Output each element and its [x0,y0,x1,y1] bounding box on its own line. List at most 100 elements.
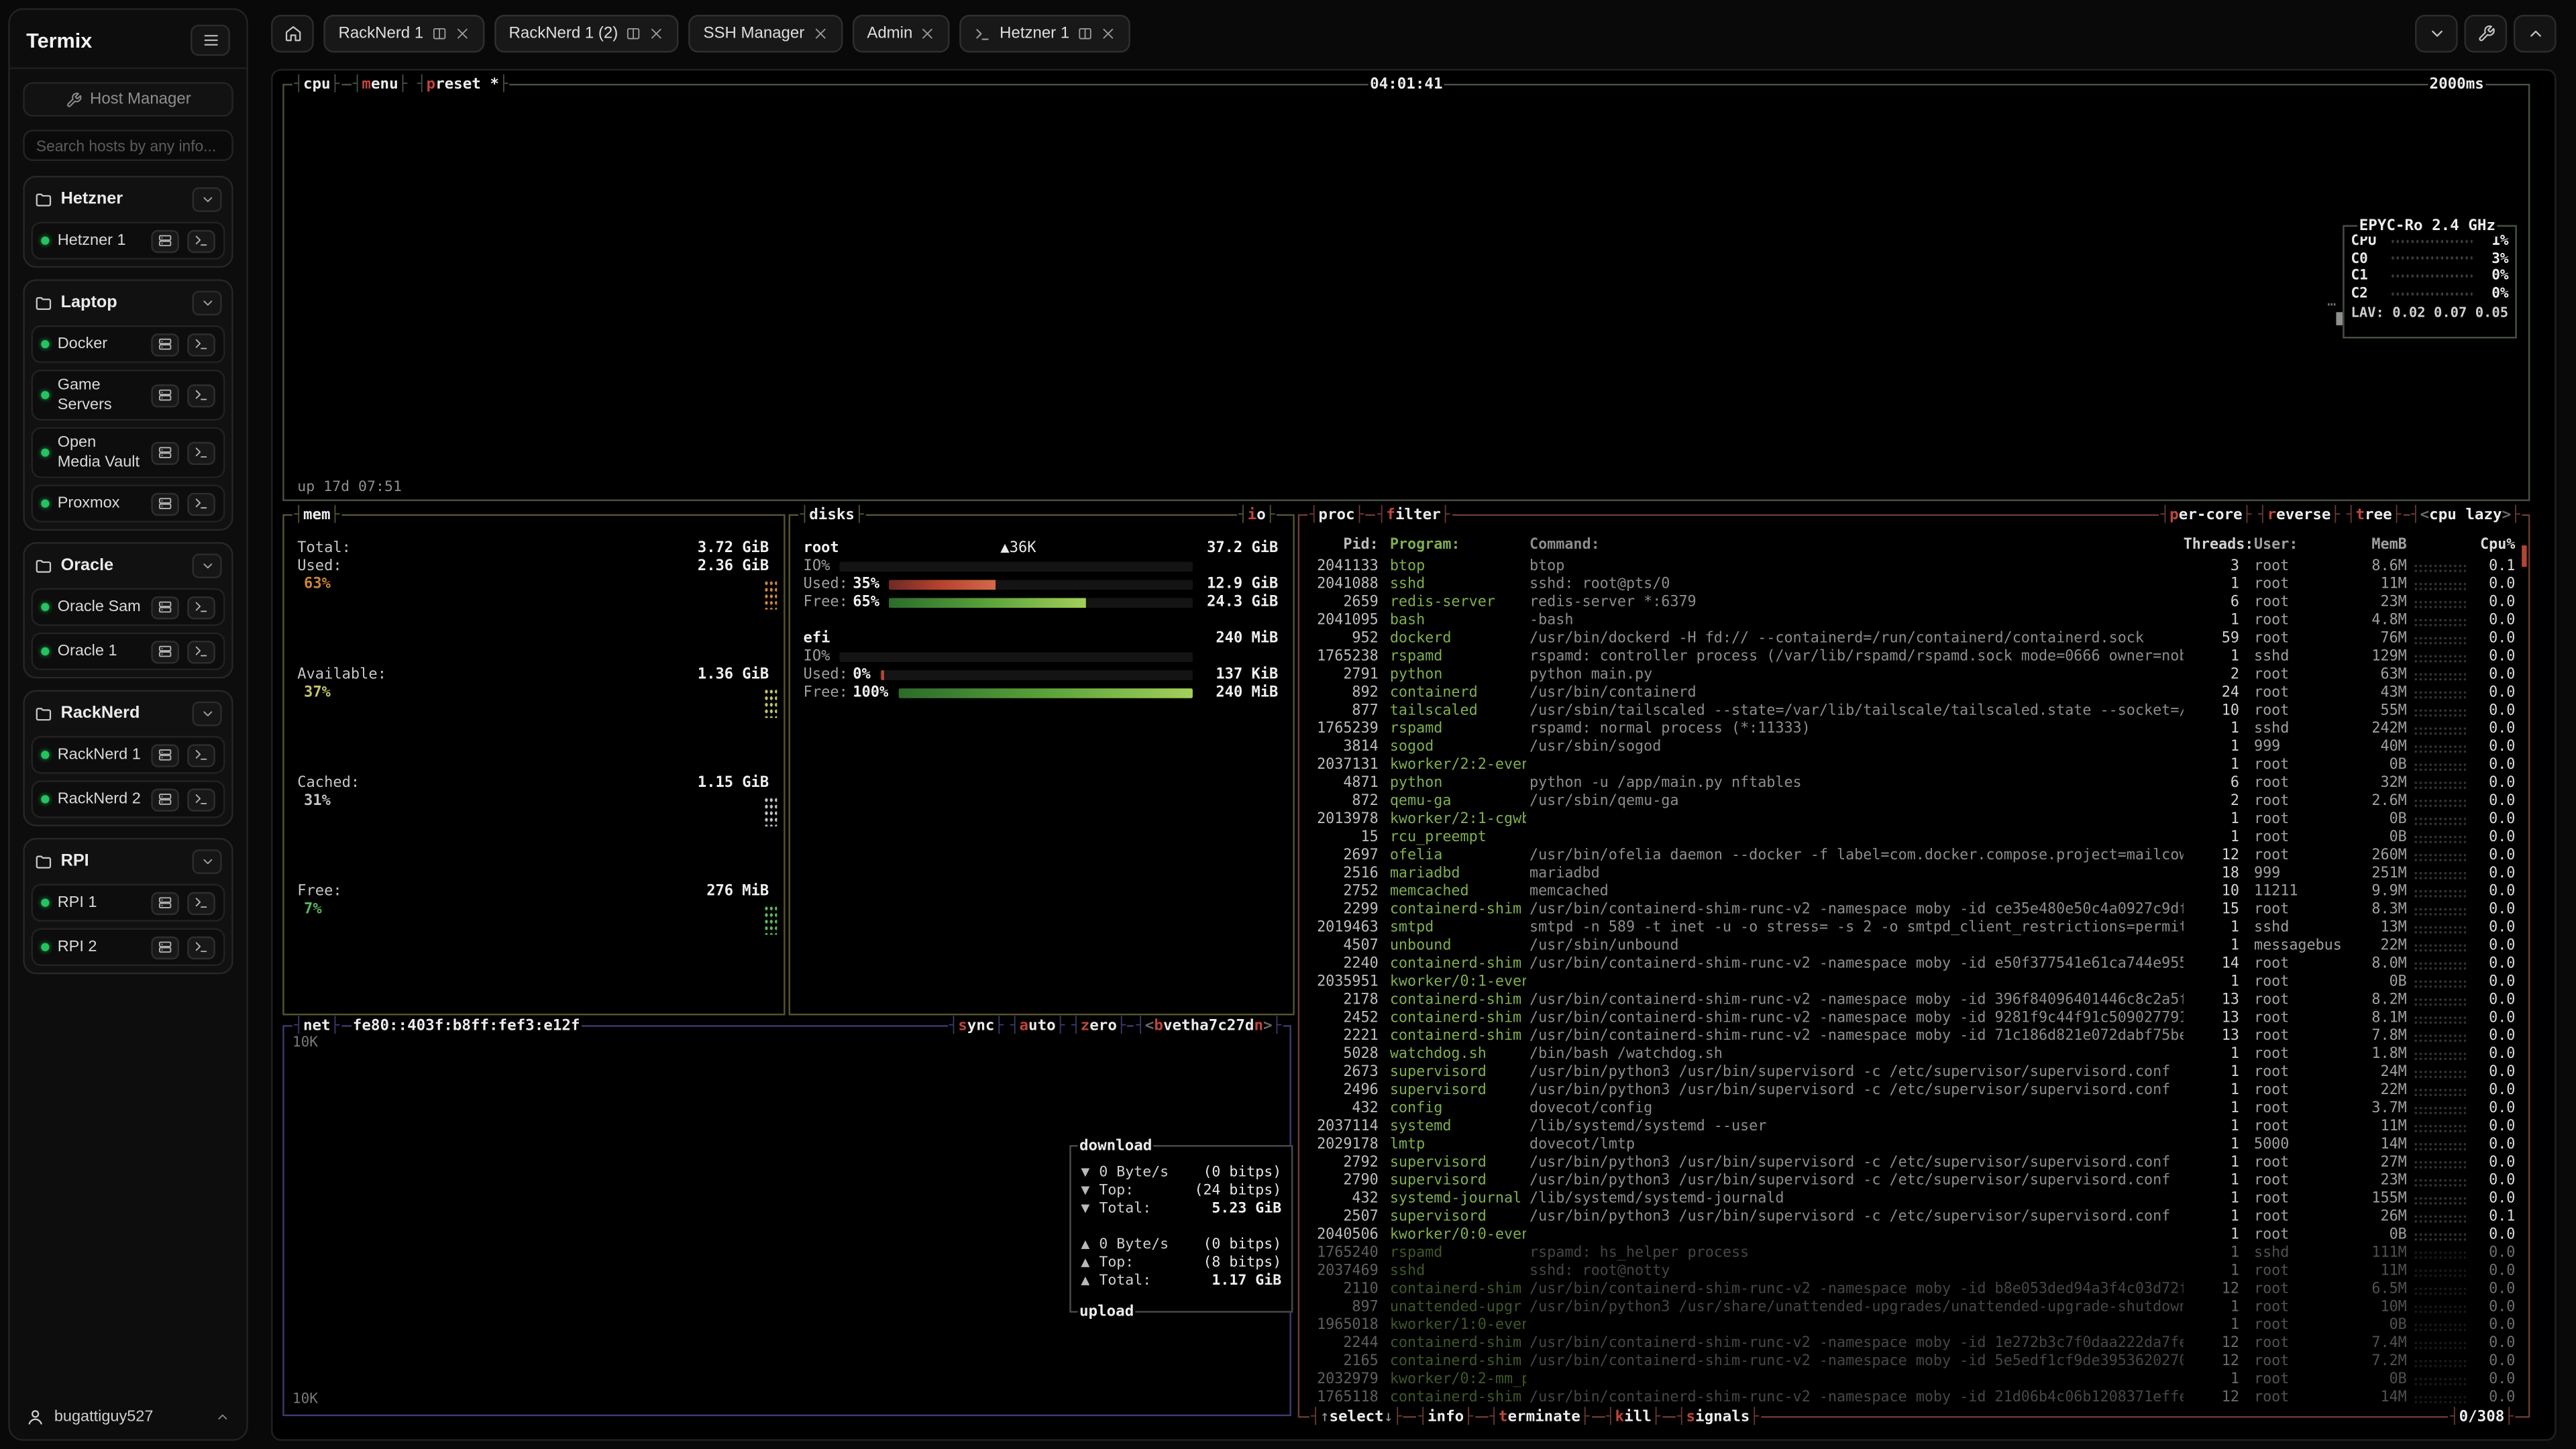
process-row[interactable]: 2035951kworker/0:1-even1root0B0.0 [1306,973,2515,991]
proc-filter-button[interactable]: ┤filter├ [1375,504,1451,526]
process-row[interactable]: 2244containerd-shim/usr/bin/containerd-s… [1306,1335,2515,1353]
refresh-interval[interactable]: 2000ms [2428,74,2485,95]
host-connect-button[interactable] [151,441,179,464]
proc-info-button[interactable]: ┤info├ [1417,1406,1474,1428]
host-item[interactable]: Hetzner 1 [32,222,225,260]
host-terminal-button[interactable] [187,229,215,252]
close-tab-icon[interactable] [921,26,936,41]
process-row[interactable]: 432configdovecot/config1root3.7M0.0 [1306,1100,2515,1118]
process-row[interactable]: 2037469sshdsshd: root@notty1root11M0.0 [1306,1263,2515,1281]
process-row[interactable]: 2673supervisord/usr/bin/python3 /usr/bin… [1306,1064,2515,1082]
close-tab-icon[interactable] [1101,26,1116,41]
proc-sort-selector[interactable]: ┤< cpu lazy >├ [2410,504,2522,526]
process-row[interactable]: 2791pythonpython main.py2root63M0.0 [1306,665,2515,684]
host-connect-button[interactable] [151,892,179,914]
tab-racknerd-1[interactable]: RackNerd 1 [323,15,484,52]
group-collapse-button[interactable] [193,702,222,727]
proc-kill-button[interactable]: ┤kill├ [1605,1406,1662,1428]
process-row[interactable]: 2496supervisord/usr/bin/python3 /usr/bin… [1306,1082,2515,1100]
host-terminal-button[interactable] [187,441,215,464]
split-view-icon[interactable] [626,26,641,41]
host-group-header[interactable]: Oracle [32,550,225,582]
proc-tree-button[interactable]: ┤tree├ [2347,504,2401,526]
process-row[interactable]: 15rcu_preempt1root0B0.0 [1306,828,2515,847]
host-item[interactable]: RackNerd 1 [32,736,225,773]
proc-terminate-button[interactable]: ┤terminate├ [1488,1406,1591,1428]
process-row[interactable]: 892containerd/usr/bin/containerd24root43… [1306,684,2515,702]
host-group-header[interactable]: RackNerd [32,698,225,730]
process-row[interactable]: 877tailscaled/usr/sbin/tailscaled --stat… [1306,702,2515,720]
process-row[interactable]: 897unattended-upgr/usr/bin/python3 /usr/… [1306,1299,2515,1317]
process-row[interactable]: 2507supervisord/usr/bin/python3 /usr/bin… [1306,1208,2515,1226]
process-row[interactable]: 2013978kworker/2:1-cgwb1root0B0.0 [1306,810,2515,828]
tab-ssh-manager[interactable]: SSH Manager [689,15,843,52]
host-manager-button[interactable]: Host Manager [23,82,233,116]
sidebar-toggle-button[interactable] [191,25,230,56]
host-item[interactable]: RackNerd 2 [32,780,225,818]
process-row[interactable]: 5028watchdog.sh/bin/bash /watchdog.sh1ro… [1306,1046,2515,1064]
host-group-header[interactable]: Hetzner [32,184,225,215]
process-row[interactable]: 2659redis-serverredis-server *:63796root… [1306,593,2515,611]
group-collapse-button[interactable] [193,290,222,315]
host-connect-button[interactable] [151,936,179,959]
chevron-up-button[interactable] [2514,15,2557,52]
host-connect-button[interactable] [151,743,179,766]
col-cpu[interactable]: Cpu% [2473,537,2516,553]
proc-select-button[interactable]: ┤↑ select ↓├ [1309,1406,1404,1428]
user-menu[interactable]: bugattiguy527 [23,1397,233,1426]
host-terminal-button[interactable] [187,788,215,810]
host-terminal-button[interactable] [187,384,215,407]
col-mem[interactable]: MemB [2341,537,2407,553]
process-row[interactable]: 2178containerd-shim/usr/bin/containerd-s… [1306,991,2515,1010]
host-terminal-button[interactable] [187,936,215,959]
process-row[interactable]: 2037131kworker/2:2-even1root0B0.0 [1306,756,2515,774]
process-row[interactable]: 1765240rspamdrspamd: hs_helper process1s… [1306,1244,2515,1263]
process-row[interactable]: 2752memcachedmemcached10112119.9M0.0 [1306,883,2515,901]
process-row[interactable]: 2110containerd-shim/usr/bin/containerd-s… [1306,1281,2515,1299]
process-row[interactable]: 2041133btopbtop3root8.6M0.1 [1306,557,2515,575]
close-tab-icon[interactable] [649,26,664,41]
process-row[interactable]: 1765118containerd-shim/usr/bin/container… [1306,1389,2515,1407]
close-tab-icon[interactable] [455,26,470,41]
host-item[interactable]: Open Media Vault [32,427,225,478]
host-item[interactable]: Oracle Sam [32,588,225,626]
process-row[interactable]: 2790supervisord/usr/bin/python3 /usr/bin… [1306,1172,2515,1190]
group-collapse-button[interactable] [193,187,222,212]
host-connect-button[interactable] [151,788,179,810]
proc-per-core-button[interactable]: ┤per-core├ [2161,504,2252,526]
host-group-header[interactable]: RPI [32,846,225,877]
host-connect-button[interactable] [151,333,179,356]
process-row[interactable]: 3814sogod/usr/sbin/sogod199940M0.0 [1306,738,2515,756]
host-item[interactable]: Proxmox [32,484,225,522]
host-connect-button[interactable] [151,492,179,515]
host-terminal-button[interactable] [187,640,215,663]
wrench-button[interactable] [2464,15,2507,52]
host-item[interactable]: Game Servers [32,370,225,421]
process-row[interactable]: 2452containerd-shim/usr/bin/containerd-s… [1306,1010,2515,1028]
host-terminal-button[interactable] [187,892,215,914]
process-row[interactable]: 2019463smtpdsmtpd -n 589 -t inet -u -o s… [1306,919,2515,937]
host-terminal-button[interactable] [187,743,215,766]
close-tab-icon[interactable] [813,26,828,41]
process-row[interactable]: 4507unbound/usr/sbin/unbound1messagebus2… [1306,937,2515,955]
host-item[interactable]: Oracle 1 [32,633,225,670]
chevron-down-button[interactable] [2415,15,2458,52]
cpu-menu-button[interactable]: ┤menu├ [353,74,407,95]
host-connect-button[interactable] [151,596,179,619]
host-terminal-button[interactable] [187,596,215,619]
home-button[interactable] [271,15,314,52]
col-command[interactable]: Command: [1526,537,2184,553]
process-row[interactable]: 2032979kworker/0:2-mm_p1root0B0.0 [1306,1371,2515,1389]
net-zero-button[interactable]: ┤zero├ [1071,1015,1126,1036]
host-item[interactable]: RPI 1 [32,884,225,922]
split-view-icon[interactable] [1077,26,1092,41]
col-threads[interactable]: Threads: [2184,537,2239,553]
process-row[interactable]: 4871pythonpython -u /app/main.py nftable… [1306,774,2515,792]
tab-hetzner-1[interactable]: Hetzner 1 [960,15,1130,52]
process-row[interactable]: 952dockerd/usr/bin/dockerd -H fd:// --co… [1306,629,2515,647]
process-row[interactable]: 1765239rspamdrspamd: normal process (*:1… [1306,720,2515,738]
process-row[interactable]: 2299containerd-shim/usr/bin/containerd-s… [1306,901,2515,919]
host-connect-button[interactable] [151,384,179,407]
process-row[interactable]: 2792supervisord/usr/bin/python3 /usr/bin… [1306,1154,2515,1172]
process-row[interactable]: 2697ofelia/usr/bin/ofelia daemon --docke… [1306,847,2515,865]
